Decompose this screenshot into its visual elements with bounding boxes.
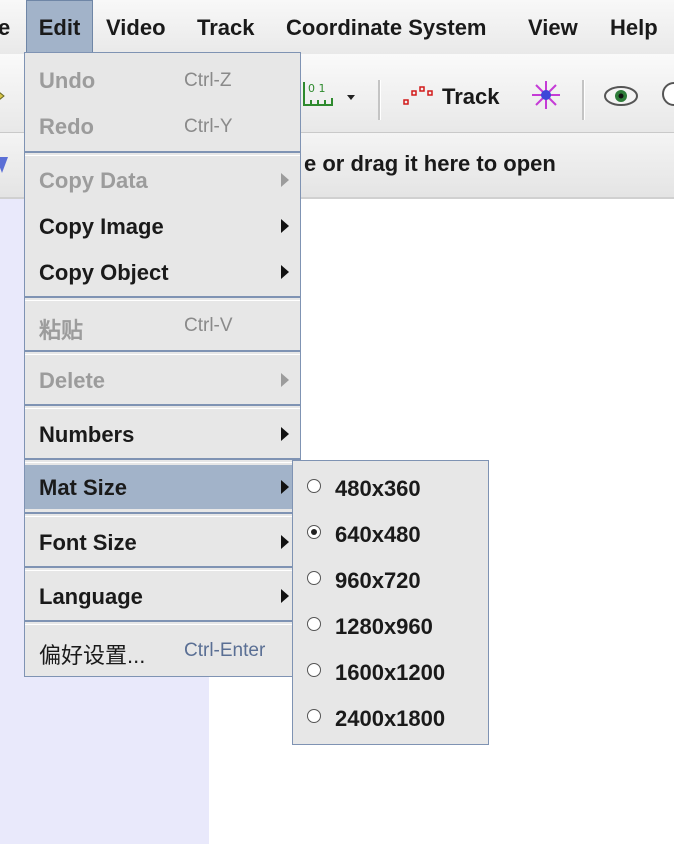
submenu-arrow-icon: [281, 219, 289, 233]
menu-item-copy-object[interactable]: Copy Object: [25, 250, 300, 294]
menu-separator: [25, 458, 300, 463]
menu-item-shortcut: Ctrl-Enter: [184, 640, 266, 661]
submenu-arrow-icon: [281, 265, 289, 279]
menu-file[interactable]: e: [0, 0, 14, 54]
circle-tool-icon[interactable]: [662, 82, 674, 106]
menu-item-delete[interactable]: Delete: [25, 358, 300, 402]
menu-item-label: Undo: [39, 68, 96, 93]
menu-item-label: Delete: [39, 368, 106, 393]
calibration-icon-text: 0 1: [308, 82, 326, 95]
submenu-arrow-icon: [281, 173, 289, 187]
menu-separator: [25, 404, 300, 409]
menu-item-copy-image[interactable]: Copy Image: [25, 204, 300, 248]
open-arrow-icon[interactable]: [0, 84, 8, 108]
menu-bar: e Edit Video Track Coordinate System Vie…: [0, 0, 674, 55]
autotracker-icon[interactable]: [531, 80, 561, 110]
radio-unselected-icon[interactable]: [307, 617, 321, 631]
mat-size-option-label: 1600x1200: [335, 660, 446, 685]
menu-item-preferences[interactable]: 偏好设置... Ctrl-Enter: [25, 628, 300, 672]
mat-size-option-label: 480x360: [335, 476, 421, 501]
calibration-tool-button[interactable]: 0 1: [302, 80, 362, 114]
submenu-arrow-icon: [281, 427, 289, 441]
menu-item-label: Language: [39, 584, 143, 609]
menu-item-label: Redo: [39, 114, 94, 139]
menu-view[interactable]: View: [528, 0, 578, 54]
mat-size-option[interactable]: 1280x960: [293, 604, 488, 650]
mat-size-option[interactable]: 480x360: [293, 466, 488, 512]
menu-item-mat-size[interactable]: Mat Size: [25, 465, 300, 509]
mat-size-option-label: 640x480: [335, 522, 421, 547]
menu-item-label: Copy Data: [39, 168, 148, 193]
mat-size-option-label: 1280x960: [335, 614, 433, 639]
menu-coordinate-system[interactable]: Coordinate System: [286, 0, 487, 54]
menu-video[interactable]: Video: [106, 0, 166, 54]
radio-unselected-icon[interactable]: [307, 571, 321, 585]
menu-item-numbers[interactable]: Numbers: [25, 412, 300, 456]
menu-edit[interactable]: Edit: [26, 0, 93, 54]
menu-item-label: 偏好设置...: [39, 643, 146, 668]
mat-size-option[interactable]: 1600x1200: [293, 650, 488, 696]
menu-item-font-size[interactable]: Font Size: [25, 520, 300, 564]
track-points-icon: [403, 86, 433, 105]
menu-track[interactable]: Track: [197, 0, 255, 54]
track-button[interactable]: Track: [402, 78, 514, 116]
menu-item-label: 粘贴: [39, 318, 84, 343]
mat-size-submenu: 480x360 640x480 960x720 1280x960 1600x1200 24…: [292, 460, 489, 745]
mat-size-option[interactable]: 960x720: [293, 558, 488, 604]
edit-menu-dropdown: Undo Ctrl-Z Redo Ctrl-Y Copy Data Copy I…: [24, 52, 301, 677]
menu-item-label: Numbers: [39, 422, 135, 447]
menu-item-redo[interactable]: Redo Ctrl-Y: [25, 104, 300, 148]
dropdown-arrow-icon: [347, 95, 355, 100]
menu-separator: [25, 151, 300, 156]
mat-size-option[interactable]: 2400x1800: [293, 696, 488, 742]
toolbar-separator: [378, 80, 381, 120]
menu-help[interactable]: Help: [610, 0, 658, 54]
submenu-arrow-icon: [281, 589, 289, 603]
menu-item-label: Font Size: [39, 530, 137, 555]
menu-separator: [25, 566, 300, 571]
menu-item-shortcut: Ctrl-Y: [184, 116, 233, 137]
filter-icon: [0, 155, 10, 183]
menu-item-label: Copy Object: [39, 260, 169, 285]
submenu-arrow-icon: [281, 535, 289, 549]
menu-item-copy-data[interactable]: Copy Data: [25, 158, 300, 202]
menu-separator: [25, 620, 300, 625]
eye-icon[interactable]: [603, 84, 639, 108]
menu-item-shortcut: Ctrl-Z: [184, 70, 232, 91]
menu-separator: [25, 350, 300, 355]
submenu-arrow-icon: [281, 480, 289, 494]
submenu-arrow-icon: [281, 373, 289, 387]
menu-item-undo[interactable]: Undo Ctrl-Z: [25, 58, 300, 102]
mat-size-option-label: 960x720: [335, 568, 421, 593]
menu-separator: [25, 296, 300, 301]
calibration-ruler-icon: 0 1: [303, 82, 355, 106]
radio-unselected-icon[interactable]: [307, 709, 321, 723]
menu-item-label: Copy Image: [39, 214, 164, 239]
mat-size-option[interactable]: 640x480: [293, 512, 488, 558]
open-file-hint[interactable]: e or drag it here to open: [304, 151, 556, 177]
mat-size-option-label: 2400x1800: [335, 706, 446, 731]
radio-unselected-icon[interactable]: [307, 663, 321, 677]
menu-separator: [25, 512, 300, 517]
menu-item-paste[interactable]: 粘贴 Ctrl-V: [25, 303, 300, 347]
radio-unselected-icon[interactable]: [307, 479, 321, 493]
track-button-label: Track: [442, 84, 500, 109]
menu-item-language[interactable]: Language: [25, 574, 300, 618]
radio-selected-icon[interactable]: [307, 525, 321, 539]
toolbar-separator: [582, 80, 585, 120]
menu-item-label: Mat Size: [39, 475, 128, 500]
menu-item-shortcut: Ctrl-V: [184, 315, 233, 336]
